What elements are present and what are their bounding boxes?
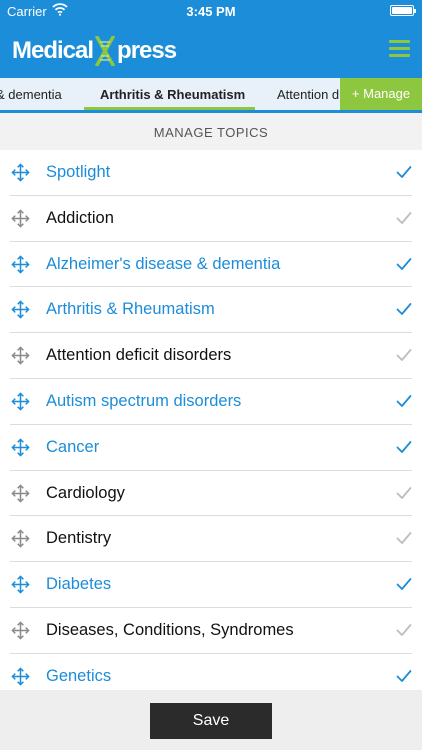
status-bar: Carrier 3:45 PM — [0, 0, 422, 22]
section-title: MANAGE TOPICS — [153, 125, 269, 140]
topic-row[interactable]: Dentistry — [0, 516, 422, 562]
drag-handle-icon[interactable] — [11, 300, 30, 320]
manage-topics-button[interactable]: + Manage — [340, 78, 422, 110]
drag-handle-icon[interactable] — [11, 667, 30, 686]
drag-handle-icon[interactable] — [11, 483, 30, 503]
topic-label: Diseases, Conditions, Syndromes — [46, 620, 294, 639]
medicalxpress-logo[interactable]: Medical press — [12, 36, 177, 66]
topic-label: Attention deficit disorders — [46, 346, 232, 365]
checkmark-icon[interactable] — [396, 302, 412, 316]
active-tab-indicator — [84, 107, 255, 110]
topic-label: Alzheimer's disease & dementia — [46, 254, 281, 273]
topic-label: Spotlight — [46, 163, 111, 181]
drag-handle-icon[interactable] — [11, 254, 30, 274]
drag-handle-icon[interactable] — [11, 209, 30, 228]
tab-attention-deficit[interactable]: Attention d — [277, 78, 339, 110]
checkmark-icon[interactable] — [396, 623, 412, 637]
drag-handle-icon[interactable] — [11, 438, 30, 457]
topic-row[interactable]: Autism spectrum disorders — [0, 379, 422, 425]
topic-row[interactable]: Attention deficit disorders — [0, 333, 422, 379]
category-tab-bar: & dementia Arthritis & Rheumatism Attent… — [0, 78, 422, 113]
topic-label: Cardiology — [46, 483, 125, 502]
topic-row[interactable]: Alzheimer's disease & dementia — [0, 242, 422, 288]
battery-icon — [390, 5, 416, 16]
topic-row[interactable]: Genetics — [0, 654, 422, 690]
topic-label: Autism spectrum disorders — [46, 391, 242, 410]
drag-handle-icon[interactable] — [11, 163, 30, 182]
topic-label: Arthritis & Rheumatism — [46, 300, 215, 319]
checkmark-icon[interactable] — [396, 531, 412, 545]
topic-row[interactable]: Spotlight — [0, 150, 422, 196]
tab-alzheimers-dementia[interactable]: & dementia — [0, 78, 62, 110]
topic-row[interactable]: Arthritis & Rheumatism — [0, 287, 422, 333]
topic-row[interactable]: Diabetes — [0, 562, 422, 608]
drag-handle-icon[interactable] — [11, 529, 30, 549]
topic-label: Addiction — [46, 208, 114, 227]
topic-label: Cancer — [46, 437, 100, 456]
drag-handle-icon[interactable] — [11, 575, 30, 594]
dna-x-logo-icon — [95, 36, 115, 66]
checkmark-icon[interactable] — [396, 440, 412, 454]
drag-handle-icon[interactable] — [11, 346, 30, 365]
checkmark-icon[interactable] — [396, 669, 412, 683]
topic-label: Genetics — [46, 666, 112, 685]
checkmark-icon[interactable] — [396, 577, 412, 591]
checkmark-icon[interactable] — [396, 257, 412, 271]
topic-row[interactable]: Cancer — [0, 425, 422, 471]
save-button[interactable]: Save — [150, 703, 272, 739]
tab-arthritis-rheumatism[interactable]: Arthritis & Rheumatism — [100, 78, 245, 110]
checkmark-icon[interactable] — [396, 486, 412, 500]
checkmark-icon[interactable] — [396, 394, 412, 408]
topic-label: Diabetes — [46, 575, 112, 594]
drag-handle-icon[interactable] — [11, 621, 30, 640]
checkmark-icon[interactable] — [396, 165, 412, 179]
drag-handle-icon[interactable] — [11, 392, 30, 411]
logo-word-medical: Medical — [12, 37, 94, 64]
topic-row[interactable]: Addiction — [0, 196, 422, 242]
topic-row[interactable]: Diseases, Conditions, Syndromes — [0, 608, 422, 654]
app-header: Medical press — [0, 22, 422, 78]
topic-list: Spotlight Addiction Alzheimer's disease & … — [0, 150, 422, 690]
hamburger-menu-icon[interactable] — [389, 40, 410, 57]
clock-time: 3:45 PM — [186, 4, 236, 19]
logo-word-press: press — [117, 37, 177, 64]
topic-row[interactable]: Cardiology — [0, 471, 422, 517]
checkmark-icon[interactable] — [396, 348, 412, 362]
topic-label: Dentistry — [46, 529, 112, 548]
checkmark-icon[interactable] — [396, 211, 412, 225]
